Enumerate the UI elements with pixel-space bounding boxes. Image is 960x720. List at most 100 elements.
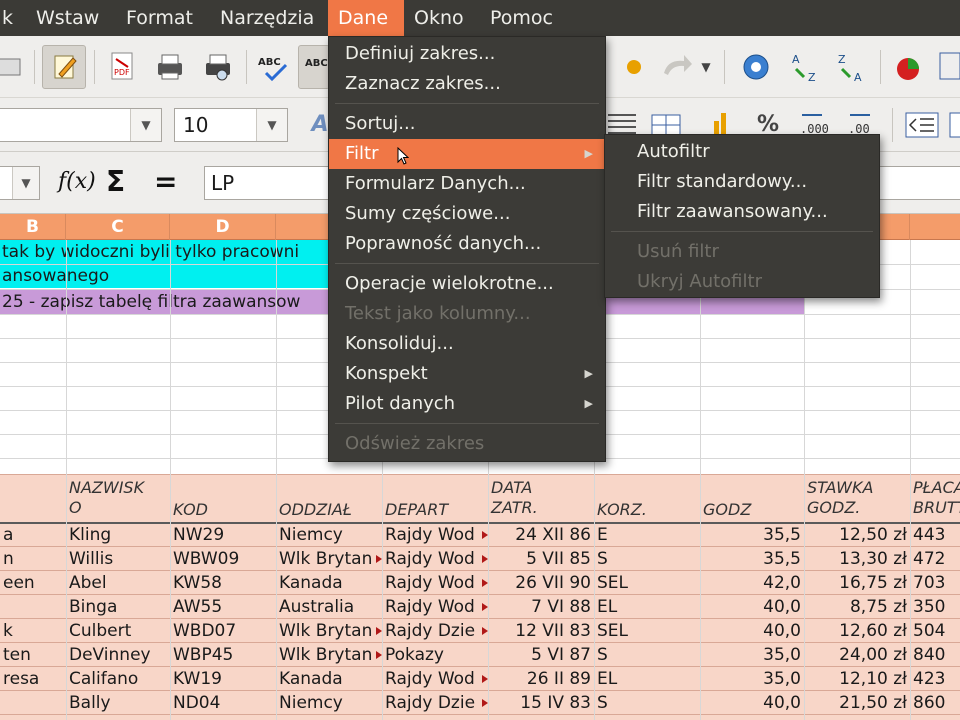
- table-cell[interactable]: Rajdy Wod: [382, 547, 482, 571]
- chart-icon[interactable]: [886, 45, 930, 89]
- menu-item-sortuj[interactable]: Sortuj...: [329, 109, 605, 139]
- table-cell[interactable]: 840: [910, 643, 960, 667]
- table-cell[interactable]: 42,0: [700, 571, 804, 595]
- table-cell[interactable]: 35,0: [700, 643, 804, 667]
- table-cell[interactable]: 21,50 zł: [804, 691, 910, 715]
- table-header-oddzial[interactable]: ODDZIAŁ: [276, 500, 382, 522]
- menu-item-autofiltr[interactable]: Autofiltr: [605, 137, 879, 167]
- table-cell[interactable]: k: [0, 619, 66, 643]
- table-header-kod[interactable]: KOD: [170, 500, 276, 522]
- sort-ascending-icon[interactable]: AZ: [782, 45, 826, 89]
- font-name-combo[interactable]: ▼: [0, 108, 162, 142]
- table-cell[interactable]: Rajdy Wod: [382, 667, 482, 691]
- draw-functions-icon[interactable]: [932, 45, 960, 89]
- table-cell[interactable]: WBP45: [170, 643, 276, 667]
- table-cell[interactable]: 40,0: [700, 595, 804, 619]
- menu-item-zaznacz-zakres[interactable]: Zaznacz zakres...: [329, 69, 605, 99]
- table-cell[interactable]: SEL: [594, 571, 700, 595]
- table-cell[interactable]: S: [594, 547, 700, 571]
- table-cell[interactable]: resa: [0, 667, 66, 691]
- menu-item-konsoliduj[interactable]: Konsoliduj...: [329, 329, 605, 359]
- chevron-down-icon[interactable]: ▼: [256, 109, 287, 141]
- column-header-d[interactable]: D: [170, 214, 276, 240]
- font-size-combo[interactable]: 10 ▼: [174, 108, 288, 142]
- table-cell[interactable]: Rajdy Wod: [382, 571, 482, 595]
- table-cell[interactable]: een: [0, 571, 66, 595]
- redo-dropdown-icon[interactable]: ▼: [694, 45, 718, 89]
- table-cell[interactable]: a: [0, 523, 66, 547]
- table-cell[interactable]: AW55: [170, 595, 276, 619]
- email-icon[interactable]: [0, 45, 30, 89]
- instruction-row-2[interactable]: ansowanego: [0, 264, 330, 288]
- table-cell[interactable]: 12,50 zł: [804, 523, 910, 547]
- chevron-down-icon[interactable]: ▼: [130, 109, 161, 141]
- table-cell[interactable]: Culbert: [66, 619, 170, 643]
- table-cell[interactable]: 26 II 89: [488, 667, 594, 691]
- table-cell[interactable]: KW19: [170, 667, 276, 691]
- decrease-indent-icon[interactable]: [900, 103, 944, 147]
- table-cell[interactable]: 5 VII 85: [488, 547, 594, 571]
- table-header-godz[interactable]: GODZ: [700, 500, 804, 522]
- menu-dane[interactable]: Dane: [328, 0, 404, 36]
- table-cell[interactable]: ND04: [170, 691, 276, 715]
- table-cell[interactable]: 35,0: [700, 667, 804, 691]
- table-cell[interactable]: Rajdy Dzie: [382, 619, 482, 643]
- menu-item-operacje-wielokrotne[interactable]: Operacje wielokrotne...: [329, 269, 605, 299]
- menu-item-definiuj-zakres[interactable]: Definiuj zakres...: [329, 39, 605, 69]
- table-cell[interactable]: 703: [910, 571, 960, 595]
- table-cell[interactable]: 35,5: [700, 547, 804, 571]
- redo-icon[interactable]: [654, 45, 698, 89]
- table-cell[interactable]: S: [594, 643, 700, 667]
- table-cell[interactable]: 5 VI 87: [488, 643, 594, 667]
- table-cell[interactable]: WBW09: [170, 547, 276, 571]
- menu-item-pilot-danych[interactable]: Pilot danych ▶: [329, 389, 605, 419]
- column-header-b[interactable]: B: [0, 214, 66, 240]
- menu-item-sumy-czesciowe[interactable]: Sumy częściowe...: [329, 199, 605, 229]
- table-cell[interactable]: 16,75 zł: [804, 571, 910, 595]
- instruction-row-1[interactable]: tak by widoczni byli tylko pracowni: [0, 240, 330, 264]
- table-cell[interactable]: 472: [910, 547, 960, 571]
- table-cell[interactable]: 12,10 zł: [804, 667, 910, 691]
- table-cell[interactable]: 35,5: [700, 523, 804, 547]
- table-cell[interactable]: [0, 595, 66, 619]
- table-cell[interactable]: 26 VII 90: [488, 571, 594, 595]
- table-cell[interactable]: EL: [594, 667, 700, 691]
- table-cell[interactable]: 504: [910, 619, 960, 643]
- table-cell[interactable]: Abel: [66, 571, 170, 595]
- table-cell[interactable]: [0, 691, 66, 715]
- table-header-depart[interactable]: DEPART: [382, 500, 488, 522]
- table-header-stawka-godz[interactable]: STAWKA GODZ.: [804, 478, 910, 522]
- name-box[interactable]: ▼: [0, 166, 40, 200]
- table-cell[interactable]: Rajdy Wod: [382, 523, 482, 547]
- navigator-icon[interactable]: [734, 45, 778, 89]
- table-cell[interactable]: WBD07: [170, 619, 276, 643]
- menu-item-filtr-zaawansowany[interactable]: Filtr zaawansowany...: [605, 197, 879, 227]
- table-cell[interactable]: 12,60 zł: [804, 619, 910, 643]
- menu-item-filtr[interactable]: Filtr ▶: [329, 139, 605, 169]
- table-header-nazwisko[interactable]: NAZWISK O: [66, 478, 170, 522]
- table-cell[interactable]: Kanada: [276, 571, 382, 595]
- spellcheck-icon[interactable]: ABC: [252, 45, 296, 89]
- table-cell[interactable]: EL: [594, 595, 700, 619]
- increase-indent-icon[interactable]: [944, 103, 960, 147]
- table-cell[interactable]: Australia: [276, 595, 382, 619]
- column-header-k[interactable]: [910, 214, 960, 240]
- sum-icon[interactable]: Σ: [106, 162, 125, 202]
- table-cell[interactable]: Califano: [66, 667, 170, 691]
- table-cell[interactable]: S: [594, 691, 700, 715]
- menu-okno[interactable]: Okno: [404, 0, 474, 36]
- table-header-placa-brutto[interactable]: PŁACA BRUTT: [910, 478, 960, 522]
- table-cell[interactable]: 13,30 zł: [804, 547, 910, 571]
- table-cell[interactable]: Niemcy: [276, 691, 382, 715]
- sort-descending-icon[interactable]: ZA: [828, 45, 872, 89]
- print-preview-icon[interactable]: [196, 45, 240, 89]
- table-cell[interactable]: Wlk Brytan: [276, 643, 376, 667]
- table-cell[interactable]: E: [594, 523, 700, 547]
- table-cell[interactable]: Kanada: [276, 667, 382, 691]
- menu-format[interactable]: Format: [116, 0, 203, 36]
- export-pdf-icon[interactable]: PDF: [100, 45, 144, 89]
- table-cell[interactable]: Wlk Brytan: [276, 619, 376, 643]
- edit-mode-icon[interactable]: [42, 45, 86, 89]
- table-header-data-zatr[interactable]: DATA ZATR.: [488, 478, 594, 522]
- table-cell[interactable]: ten: [0, 643, 66, 667]
